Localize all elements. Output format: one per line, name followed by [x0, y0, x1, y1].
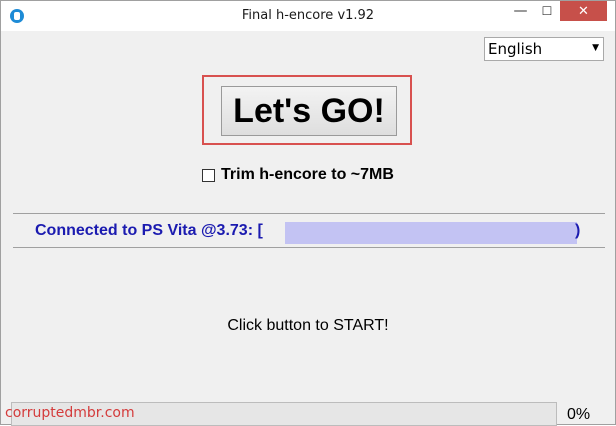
- connection-prefix: Connected to PS Vita @3.73: [: [35, 222, 263, 239]
- trim-label[interactable]: Trim h-encore to ~7MB: [221, 166, 394, 184]
- app-window: Final h-encore v1.92 — ☐ ✕ English ▼ Let…: [0, 0, 616, 426]
- divider-bottom: [13, 247, 605, 248]
- divider-top: [13, 213, 605, 214]
- maximize-icon[interactable]: ☐: [534, 1, 560, 21]
- title-bar[interactable]: Final h-encore v1.92 — ☐ ✕: [1, 1, 615, 31]
- lets-go-button[interactable]: Let's GO!: [221, 86, 397, 136]
- status-message: Click button to START!: [227, 317, 389, 334]
- watermark: corruptedmbr.com: [5, 405, 135, 421]
- trim-checkbox[interactable]: [202, 168, 215, 182]
- trim-option[interactable]: Trim h-encore to ~7MB: [202, 165, 394, 185]
- close-icon[interactable]: ✕: [560, 1, 607, 21]
- minimize-icon[interactable]: —: [507, 1, 534, 21]
- progress-percent: 0%: [567, 406, 591, 423]
- language-select[interactable]: English ▼: [484, 37, 604, 61]
- redacted-block: [285, 222, 577, 244]
- language-selected-value: English: [488, 40, 543, 58]
- chevron-down-icon[interactable]: ▼: [592, 43, 599, 53]
- connection-suffix: ): [575, 222, 581, 239]
